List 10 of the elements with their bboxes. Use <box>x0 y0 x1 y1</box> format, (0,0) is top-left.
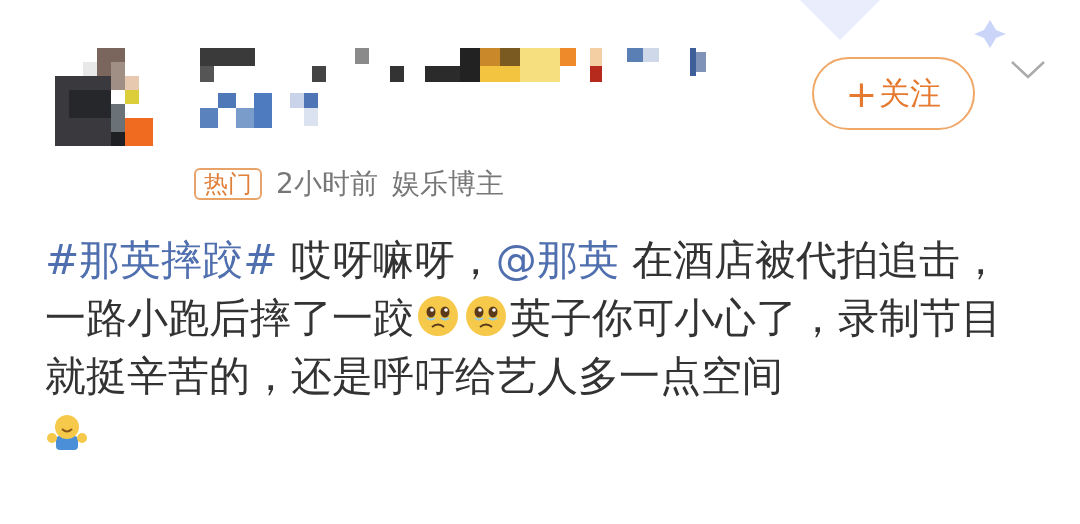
follow-button[interactable]: +关注 <box>812 57 975 130</box>
chevron-down-icon[interactable] <box>1010 60 1046 80</box>
crying-face-icon <box>464 294 508 338</box>
post-time: 2小时前 <box>276 166 378 202</box>
hot-tag: 热门 <box>194 168 262 200</box>
post-text: #那英摔跤# 哎呀嘛呀，@那英 在酒店被代拍追击，一路小跑后摔了一跤 英子你可小心了，录制节目就挺辛苦的，还是呼吁给艺人多一点空间 <box>45 231 1040 463</box>
crying-face-icon <box>416 294 460 338</box>
mention-link[interactable]: @那英 <box>495 236 619 284</box>
author-type: 娱乐博主 <box>391 166 504 202</box>
topic-link[interactable]: #那英摔跤# <box>45 236 278 284</box>
